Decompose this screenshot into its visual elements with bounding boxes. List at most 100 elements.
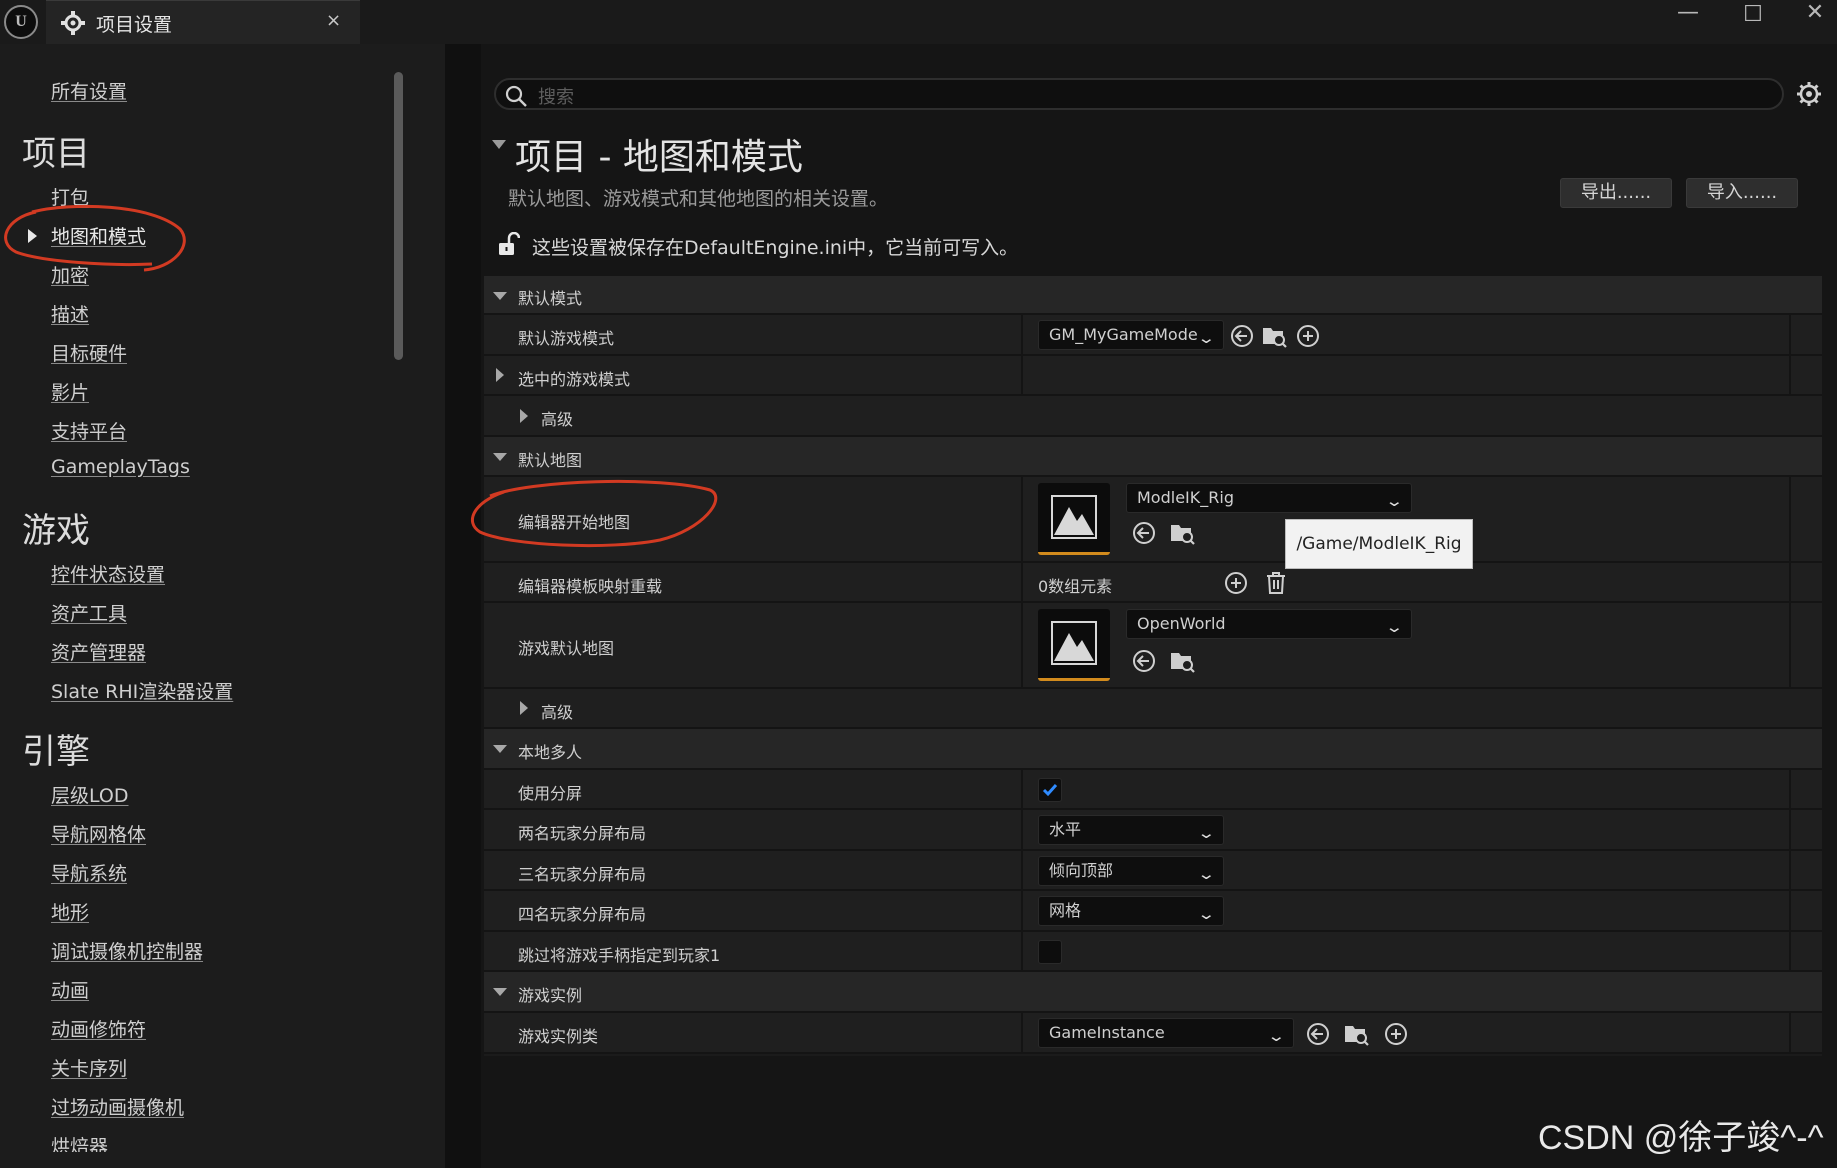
map-thumbnail[interactable] bbox=[1038, 609, 1110, 681]
row-two-player-layout: 两名玩家分屏布局 水平 ⌄ bbox=[484, 810, 1822, 851]
category-default-maps[interactable]: 默认地图 bbox=[484, 437, 1822, 477]
tab-close-button[interactable]: × bbox=[326, 10, 341, 31]
property-label: 四名玩家分屏布局 bbox=[518, 905, 647, 924]
row-selected-game-mode[interactable]: 选中的游戏模式 bbox=[484, 356, 1822, 396]
editor-startup-map-dropdown[interactable]: ModleIK_Rig ⌄ bbox=[1126, 483, 1412, 513]
browse-back-arrow-icon[interactable] bbox=[1132, 649, 1156, 673]
section-collapse-icon[interactable] bbox=[492, 140, 506, 149]
category-local-multiplayer[interactable]: 本地多人 bbox=[484, 729, 1822, 770]
nav-item-cooker[interactable]: 烘焙器 bbox=[51, 1132, 108, 1152]
chevron-down-icon: ⌄ bbox=[1385, 492, 1405, 510]
chevron-down-icon: ⌄ bbox=[1197, 329, 1217, 347]
row-maps-advanced[interactable]: 高级 bbox=[484, 689, 1822, 729]
nav-category-game: 游戏 bbox=[22, 511, 90, 551]
nav-item-description[interactable]: 描述 bbox=[51, 300, 89, 327]
tab-title: 项目设置 bbox=[96, 14, 173, 36]
browse-back-arrow-icon[interactable] bbox=[1132, 521, 1156, 545]
close-window-button[interactable]: ✕ bbox=[1795, 0, 1835, 25]
page-title: 项目 - 地图和模式 bbox=[515, 137, 803, 178]
export-button[interactable]: 导出...... bbox=[1560, 178, 1672, 208]
row-modes-advanced[interactable]: 高级 bbox=[484, 396, 1822, 437]
title-bar: U 项目设置 × — ☐ ✕ bbox=[0, 0, 1837, 44]
row-three-player-layout: 三名玩家分屏布局 倾向顶部 ⌄ bbox=[484, 851, 1822, 891]
dropdown-value: OpenWorld bbox=[1137, 614, 1226, 633]
property-label: 高级 bbox=[541, 410, 574, 429]
property-label: 高级 bbox=[541, 703, 574, 722]
browse-folder-icon[interactable] bbox=[1170, 521, 1195, 545]
add-plus-icon[interactable] bbox=[1384, 1022, 1408, 1046]
nav-item-asset-manager[interactable]: 资产管理器 bbox=[51, 638, 146, 665]
map-thumbnail-icon bbox=[1051, 621, 1097, 665]
game-instance-class-dropdown[interactable]: GameInstance ⌄ bbox=[1038, 1018, 1294, 1048]
category-default-modes[interactable]: 默认模式 bbox=[484, 276, 1822, 315]
asset-path-tooltip: /Game/ModleIK_Rig bbox=[1285, 519, 1473, 569]
config-saved-note: 这些设置被保存在DefaultEngine.ini中，它当前可写入。 bbox=[532, 237, 1019, 259]
category-label: 默认地图 bbox=[518, 451, 583, 470]
property-label: 编辑器模板映射重载 bbox=[518, 577, 663, 596]
add-plus-icon[interactable] bbox=[1224, 571, 1248, 595]
two-player-layout-dropdown[interactable]: 水平 ⌄ bbox=[1038, 815, 1224, 845]
collapse-icon bbox=[493, 292, 507, 300]
row-game-instance-class: 游戏实例类 GameInstance ⌄ bbox=[484, 1013, 1822, 1054]
map-thumbnail-icon bbox=[1051, 495, 1097, 539]
nav-item-supported-platforms[interactable]: 支持平台 bbox=[51, 417, 127, 444]
nav-item-cinematic-camera[interactable]: 过场动画摄像机 bbox=[51, 1093, 184, 1120]
tab-project-settings[interactable]: 项目设置 × bbox=[46, 0, 360, 44]
dropdown-value: GameInstance bbox=[1049, 1023, 1165, 1042]
unlock-icon bbox=[498, 232, 520, 256]
add-plus-icon[interactable] bbox=[1296, 324, 1320, 348]
chevron-down-icon: ⌄ bbox=[1197, 824, 1217, 842]
minimize-button[interactable]: — bbox=[1668, 0, 1708, 25]
nav-item-nav-system[interactable]: 导航系统 bbox=[51, 859, 127, 886]
browse-folder-icon[interactable] bbox=[1170, 649, 1195, 673]
nav-item-slate-rhi[interactable]: Slate RHI渲染器设置 bbox=[51, 677, 233, 704]
browse-folder-icon[interactable] bbox=[1344, 1022, 1369, 1046]
nav-item-movies[interactable]: 影片 bbox=[51, 378, 89, 405]
category-label: 本地多人 bbox=[518, 743, 583, 762]
nav-item-widget-state[interactable]: 控件状态设置 bbox=[51, 560, 165, 587]
use-splitscreen-checkbox[interactable] bbox=[1038, 778, 1062, 802]
nav-category-project: 项目 bbox=[22, 134, 90, 174]
nav-scrollbar[interactable] bbox=[394, 72, 403, 360]
game-mode-dropdown[interactable]: GM_MyGameMode ⌄ bbox=[1038, 320, 1224, 350]
browse-back-arrow-icon[interactable] bbox=[1230, 324, 1254, 348]
four-player-layout-dropdown[interactable]: 网格 ⌄ bbox=[1038, 896, 1224, 926]
nav-item-debug-camera[interactable]: 调试摄像机控制器 bbox=[51, 937, 203, 964]
three-player-layout-dropdown[interactable]: 倾向顶部 ⌄ bbox=[1038, 856, 1224, 886]
settings-nav-panel: 所有设置 项目 打包 地图和模式 加密 描述 目标硬件 影片 支持平台 Game… bbox=[0, 44, 445, 1168]
property-label: 默认游戏模式 bbox=[518, 329, 615, 348]
category-game-instance[interactable]: 游戏实例 bbox=[484, 972, 1822, 1013]
nav-item-level-sequence[interactable]: 关卡序列 bbox=[51, 1054, 127, 1081]
settings-gear-icon[interactable] bbox=[1795, 80, 1823, 108]
panel-splitter[interactable] bbox=[445, 44, 481, 1168]
nav-item-animation[interactable]: 动画 bbox=[51, 976, 89, 1003]
map-thumbnail[interactable] bbox=[1038, 483, 1110, 555]
nav-item-navmesh[interactable]: 导航网格体 bbox=[51, 820, 146, 847]
maximize-button[interactable]: ☐ bbox=[1733, 2, 1773, 27]
category-label: 默认模式 bbox=[518, 289, 583, 308]
chevron-down-icon: ⌄ bbox=[1267, 1027, 1287, 1045]
nav-item-gameplay-tags[interactable]: GameplayTags bbox=[51, 456, 190, 478]
property-label: 使用分屏 bbox=[518, 784, 583, 803]
search-input[interactable]: 搜索 bbox=[494, 78, 1784, 110]
nav-item-animation-modifiers[interactable]: 动画修饰符 bbox=[51, 1015, 146, 1042]
nav-item-target-hardware[interactable]: 目标硬件 bbox=[51, 339, 127, 366]
nav-all-settings[interactable]: 所有设置 bbox=[51, 77, 127, 104]
annotation-circle-nav bbox=[4, 204, 186, 272]
nav-item-asset-tools[interactable]: 资产工具 bbox=[51, 599, 127, 626]
property-label: 跳过将游戏手柄指定到玩家1 bbox=[518, 946, 721, 965]
trash-icon[interactable] bbox=[1264, 571, 1288, 595]
game-default-map-dropdown[interactable]: OpenWorld ⌄ bbox=[1126, 609, 1412, 639]
skip-gamepad-checkbox[interactable] bbox=[1038, 940, 1062, 964]
unreal-logo-icon[interactable]: U bbox=[4, 5, 38, 39]
nav-item-hlod[interactable]: 层级LOD bbox=[51, 781, 129, 808]
browse-back-arrow-icon[interactable] bbox=[1306, 1022, 1330, 1046]
array-count: 0数组元素 bbox=[1038, 577, 1113, 596]
property-grid: 默认模式 默认游戏模式 GM_MyGameMode ⌄ 选中的游戏模式 高级 默… bbox=[484, 276, 1822, 1056]
import-button[interactable]: 导入...... bbox=[1686, 178, 1798, 208]
browse-folder-icon[interactable] bbox=[1262, 324, 1287, 348]
nav-item-landscape[interactable]: 地形 bbox=[51, 898, 89, 925]
row-skip-gamepad: 跳过将游戏手柄指定到玩家1 bbox=[484, 932, 1822, 972]
expand-icon bbox=[520, 409, 528, 423]
collapse-icon bbox=[493, 745, 507, 753]
